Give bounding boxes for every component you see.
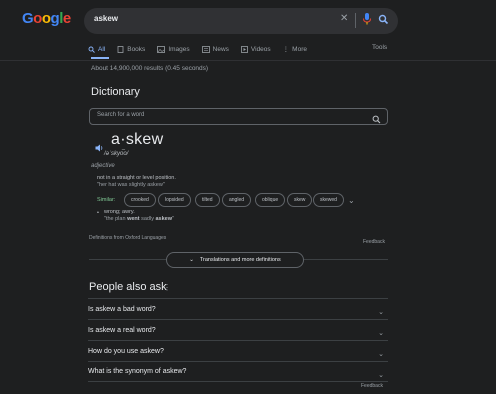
google-logo[interactable]: Google — [22, 10, 71, 27]
search-icon — [88, 46, 95, 53]
paa-question-row[interactable]: Is askew a real word? ⌄ — [88, 319, 388, 340]
speaker-icon[interactable] — [95, 139, 104, 157]
search-tabs: All Books Images News Videos ⋮ More — [88, 43, 307, 55]
paa-question: Is askew a bad word? — [88, 305, 156, 313]
definition-example: "the plan went sadly askew" — [104, 216, 174, 223]
similar-chip[interactable]: oblique — [255, 193, 286, 207]
logo-letter: g — [50, 10, 60, 27]
chevron-down-icon: ⌄ — [378, 351, 384, 358]
chevron-down-icon: ⌄ — [189, 257, 194, 263]
chevron-down-icon[interactable]: ⌄ — [348, 196, 355, 205]
dictionary-word: a·skew — [111, 131, 164, 148]
logo-letter: e — [62, 10, 71, 27]
tab-label: Images — [168, 45, 190, 53]
example-text: " — [172, 216, 174, 222]
tools-button[interactable]: Tools — [372, 44, 387, 51]
tab-all[interactable]: All — [88, 43, 105, 55]
similar-chip[interactable]: crooked — [124, 193, 156, 207]
results-count: About 14,900,000 results (0.45 seconds) — [91, 65, 209, 72]
search-bar[interactable] — [84, 8, 398, 34]
close-icon[interactable]: ✕ — [340, 13, 348, 24]
news-icon — [201, 45, 210, 53]
definition-text: not in a straight or level position. — [97, 175, 176, 181]
header-divider — [0, 60, 496, 61]
tab-books[interactable]: Books — [117, 43, 145, 55]
dictionary-search-placeholder: Search for a word — [97, 112, 145, 118]
definition-2: wrong; awry. "the plan went sadly askew" — [104, 209, 174, 223]
search-divider — [355, 13, 356, 28]
people-also-ask-title: People also ask — [89, 281, 167, 293]
similar-chip[interactable]: lopsided — [158, 193, 191, 207]
paa-question-row[interactable]: What is the synonym of askew? ⌄ — [88, 361, 388, 382]
more-icon: ⋮ — [282, 46, 290, 53]
image-icon — [157, 45, 166, 53]
similar-chip[interactable]: tilted — [195, 193, 220, 207]
tab-news[interactable]: News — [201, 43, 229, 55]
dictionary-title: Dictionary — [91, 86, 140, 98]
part-of-speech: adjective — [91, 163, 115, 169]
tab-videos[interactable]: Videos — [241, 43, 271, 55]
paa-question-row[interactable]: Is askew a bad word? ⌄ — [88, 298, 388, 319]
feedback-link[interactable]: Feedback — [361, 383, 383, 389]
paa-question: How do you use askew? — [88, 347, 164, 355]
translations-label: Translations and more definitions — [199, 257, 281, 263]
chevron-down-icon: ⌄ — [378, 309, 384, 316]
paa-question: What is the synonym of askew? — [88, 368, 187, 375]
tab-label: News — [212, 45, 229, 53]
feedback-link[interactable]: Feedback — [363, 239, 385, 245]
bullet: • — [97, 210, 99, 216]
example-text: sadly — [139, 216, 156, 222]
similar-chip[interactable]: angled — [222, 193, 252, 207]
translations-button[interactable]: ⌄ Translations and more definitions — [166, 252, 304, 268]
search-icon[interactable] — [372, 111, 381, 129]
example-text: "the plan — [104, 216, 128, 222]
search-input[interactable]: askew — [94, 14, 118, 23]
tab-more[interactable]: ⋮ More — [283, 43, 307, 55]
chevron-down-icon: ⌄ — [378, 371, 384, 379]
similar-chip[interactable]: skewed — [313, 193, 344, 207]
example-bold: askew — [155, 216, 173, 222]
definitions-source-link[interactable]: Definitions from Oxford Languages — [89, 235, 166, 241]
similar-chip[interactable]: skew — [287, 193, 313, 207]
logo-letter: G — [22, 10, 34, 27]
logo-letter: o — [33, 10, 42, 27]
definition-example: "her hat was slightly askew" — [97, 182, 165, 188]
example-bold: went — [127, 216, 140, 222]
active-tab-indicator — [91, 57, 109, 59]
similar-label: Similar: — [97, 197, 116, 203]
tab-label: More — [292, 45, 307, 53]
video-icon — [241, 45, 248, 53]
book-icon — [117, 45, 124, 53]
search-icon[interactable] — [378, 12, 389, 30]
definition-1: not in a straight or level position. "he… — [97, 175, 176, 189]
paa-question-row[interactable]: How do you use askew? ⌄ — [88, 340, 388, 361]
paa-question: Is askew a real word? — [88, 326, 156, 334]
tab-label: Videos — [250, 45, 271, 53]
phonetic: /əˈskyo͞o/ — [104, 151, 129, 157]
logo-letter: o — [41, 10, 51, 27]
tab-label: All — [98, 45, 106, 53]
tab-images[interactable]: Images — [157, 43, 190, 55]
tab-label: Books — [127, 45, 146, 53]
mic-icon[interactable] — [362, 12, 372, 30]
more-options-icon[interactable]: ⋮ — [163, 283, 171, 292]
definition-text: wrong; awry. — [104, 209, 135, 215]
chevron-down-icon: ⌄ — [378, 330, 384, 337]
